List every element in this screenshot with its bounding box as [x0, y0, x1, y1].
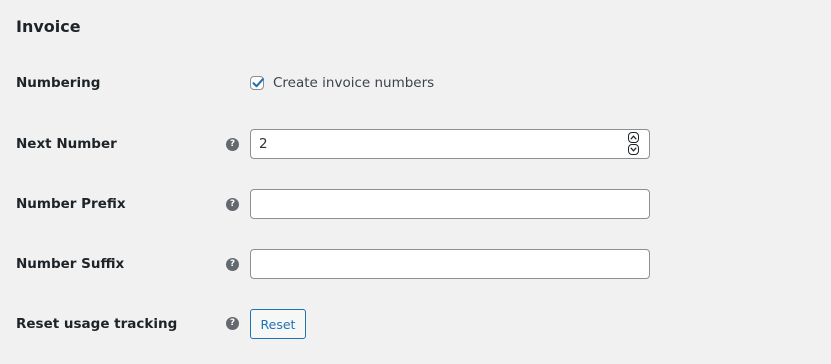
- question-mark-icon[interactable]: ?: [226, 198, 239, 211]
- question-mark-icon[interactable]: ?: [226, 258, 239, 271]
- next-number-input[interactable]: 2: [250, 129, 650, 159]
- number-suffix-label: Number Suffix: [16, 256, 125, 272]
- increment-button[interactable]: [628, 132, 639, 143]
- number-prefix-input[interactable]: [250, 189, 650, 219]
- create-invoice-numbers-label[interactable]: Create invoice numbers: [273, 74, 434, 92]
- number-spinner: [628, 132, 640, 156]
- number-prefix-label: Number Prefix: [16, 196, 126, 212]
- chevron-up-icon: [630, 135, 637, 140]
- next-number-label: Next Number: [16, 136, 117, 152]
- question-mark-icon[interactable]: ?: [226, 138, 239, 151]
- checkmark-icon: [252, 78, 264, 88]
- create-invoice-numbers-option[interactable]: Create invoice numbers: [250, 74, 434, 92]
- create-invoice-numbers-checkbox[interactable]: [250, 76, 264, 90]
- numbering-label: Numbering: [16, 75, 101, 91]
- next-number-value: 2: [259, 136, 268, 152]
- chevron-down-icon: [630, 147, 637, 152]
- reset-button[interactable]: Reset: [250, 309, 306, 339]
- reset-usage-tracking-label: Reset usage tracking: [16, 316, 178, 332]
- number-suffix-input[interactable]: [250, 249, 650, 279]
- section-title: Invoice: [16, 17, 81, 36]
- question-mark-icon[interactable]: ?: [226, 317, 239, 330]
- decrement-button[interactable]: [628, 144, 639, 155]
